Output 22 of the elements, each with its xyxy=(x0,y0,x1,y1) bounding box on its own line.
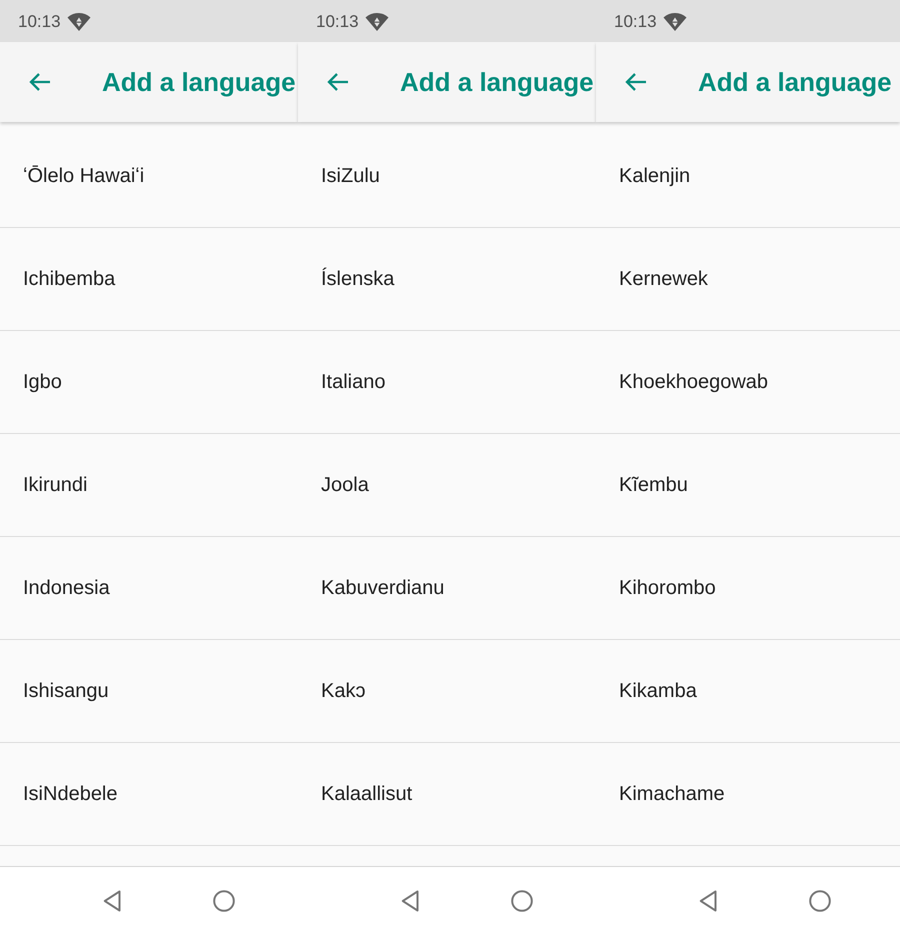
screen-title: Add a language xyxy=(400,66,594,98)
status-time: 10:13 xyxy=(316,12,359,30)
language-item[interactable]: Kernewek xyxy=(596,228,900,331)
back-icon[interactable] xyxy=(699,890,717,912)
screen-title: Add a language xyxy=(698,66,892,98)
language-item[interactable]: Kihorombo xyxy=(596,537,900,640)
home-icon[interactable] xyxy=(213,890,235,912)
language-item[interactable]: Khoekhoegowab xyxy=(596,331,900,434)
status-time: 10:13 xyxy=(614,12,657,30)
back-icon[interactable] xyxy=(401,890,419,912)
language-item[interactable]: Kimachame xyxy=(596,743,900,846)
wifi-icon xyxy=(66,12,91,30)
language-item[interactable]: Kikamba xyxy=(596,640,900,743)
status-time: 10:13 xyxy=(18,12,61,30)
home-icon[interactable] xyxy=(511,890,533,912)
language-item[interactable]: Kalenjin xyxy=(596,125,900,228)
screen-title: Add a language xyxy=(102,66,296,98)
wifi-icon xyxy=(662,12,687,30)
wifi-icon xyxy=(364,12,389,30)
back-icon[interactable] xyxy=(103,890,121,912)
language-item[interactable]: Kĩembu xyxy=(596,434,900,537)
home-icon[interactable] xyxy=(809,890,831,912)
